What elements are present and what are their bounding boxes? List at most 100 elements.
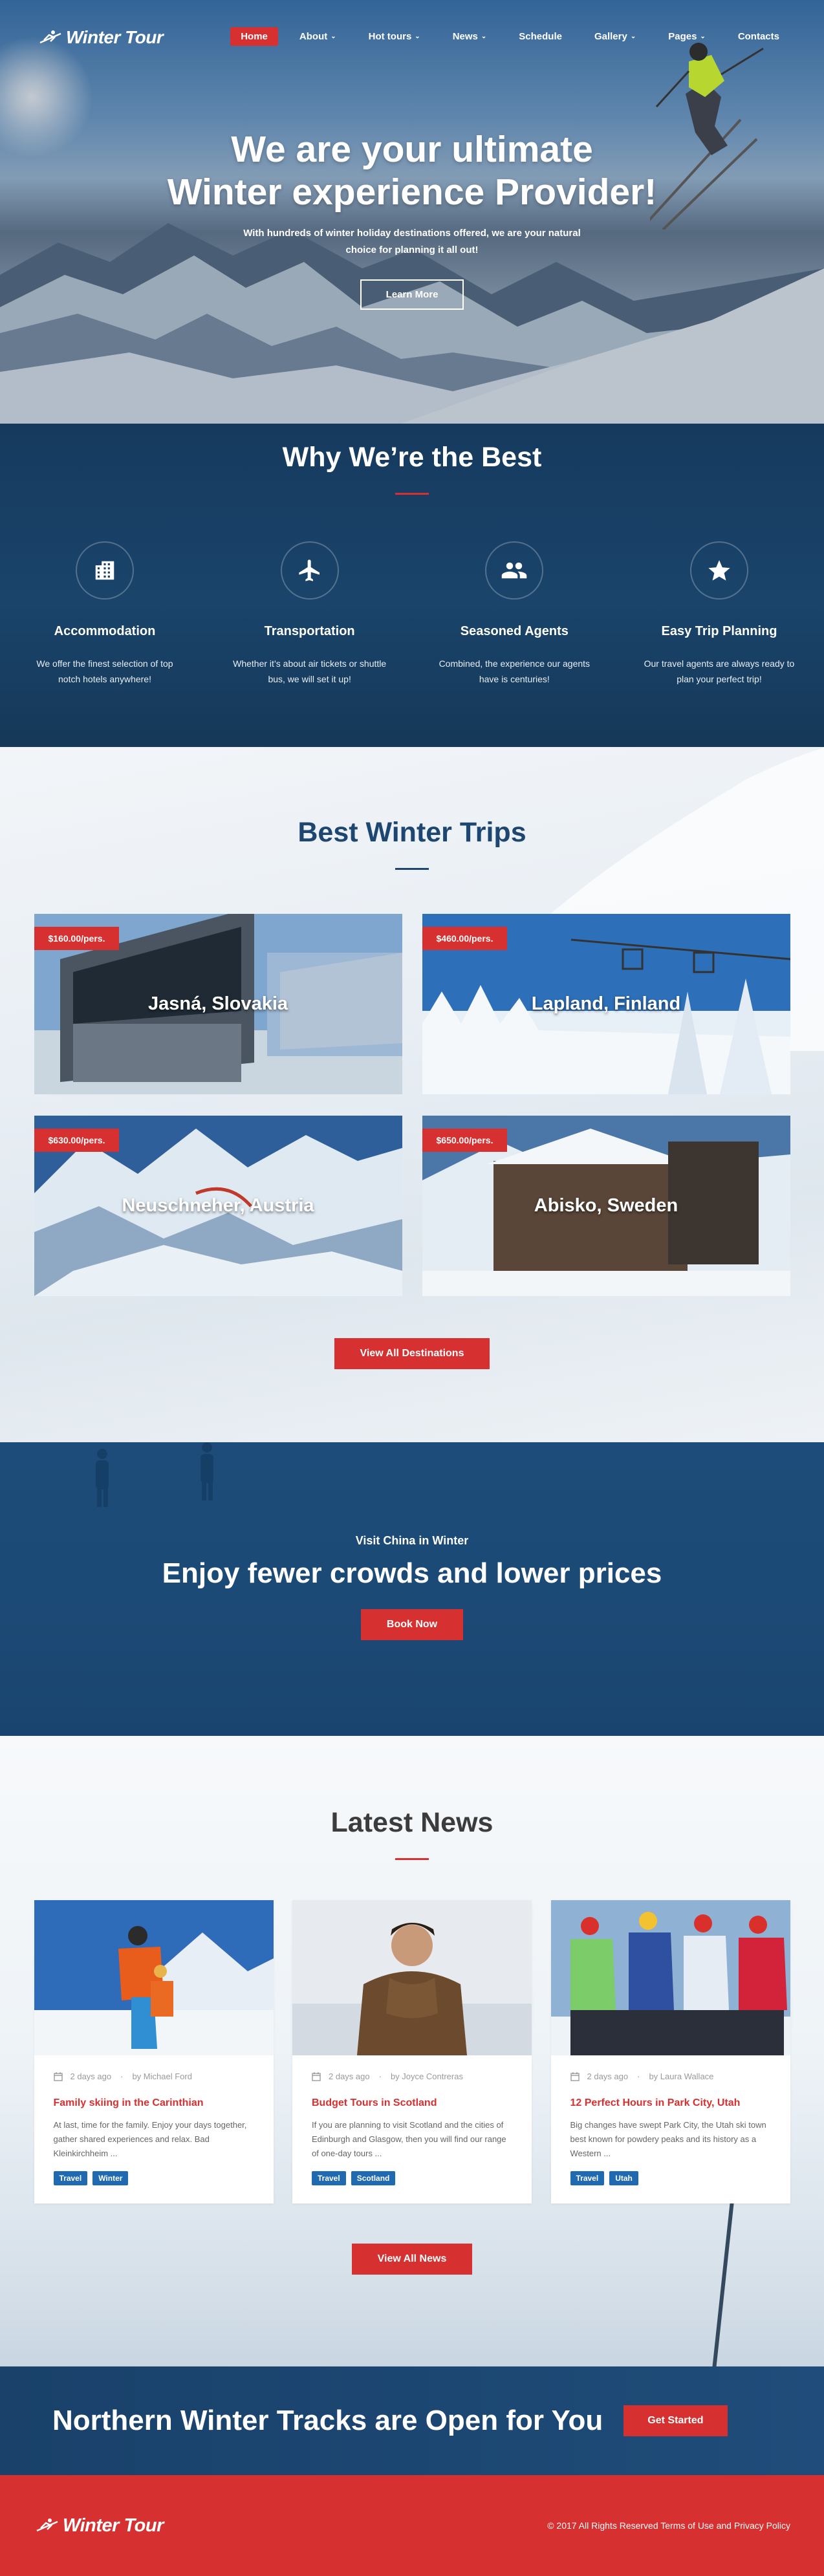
chevron-down-icon: ⌄ (700, 33, 706, 40)
promo-title: Enjoy fewer crowds and lower prices (162, 1557, 662, 1589)
news-tags: Travel Winter (53, 2171, 254, 2185)
feature-title: Accommodation (54, 624, 156, 638)
news-meta: 2 days ago · by Laura Wallace (570, 2072, 771, 2081)
nav-item-gallery[interactable]: Gallery ⌄ (583, 27, 647, 46)
feature-seasoned-agents: Seasoned Agents Combined, the experience… (424, 541, 605, 687)
tag-travel[interactable]: Travel (312, 2171, 346, 2185)
news-title-link[interactable]: 12 Perfect Hours in Park City, Utah (570, 2097, 771, 2109)
feature-title: Easy Trip Planning (661, 624, 777, 638)
news-date: 2 days ago (587, 2072, 629, 2081)
news-grid: 2 days ago · by Michael Ford Family skii… (34, 1900, 790, 2203)
calendar-icon (53, 2072, 63, 2081)
cta-section: Northern Winter Tracks are Open for You … (0, 2366, 824, 2475)
chevron-down-icon: ⌄ (331, 33, 336, 40)
news-meta: 2 days ago · by Michael Ford (53, 2072, 254, 2081)
feature-text: Combined, the experience our agents have… (439, 658, 591, 684)
why-title: Why We’re the Best (282, 442, 542, 473)
feature-easy-trip-planning: Easy Trip Planning Our travel agents are… (629, 541, 810, 687)
hero-subtitle: With hundreds of winter holiday destinat… (243, 228, 581, 255)
skiers-silhouette (96, 1442, 213, 1507)
section-divider (395, 493, 429, 495)
building-icon (76, 541, 134, 600)
why-section: Why We’re the Best Accommodation We offe… (0, 424, 824, 747)
trip-card-abisko[interactable]: $650.00/pers. Abisko, Sweden (422, 1116, 790, 1296)
news-author[interactable]: by Michael Ford (132, 2072, 191, 2081)
people-icon (485, 541, 544, 600)
airplane-icon (280, 541, 339, 600)
news-meta: 2 days ago · by Joyce Contreras (312, 2072, 512, 2081)
news-author[interactable]: by Laura Wallace (649, 2072, 713, 2081)
get-started-button[interactable]: Get Started (623, 2405, 728, 2436)
cta-title: Northern Winter Tracks are Open for You (52, 2405, 603, 2436)
site-logo[interactable]: Winter Tour (39, 27, 164, 48)
feature-text: We offer the finest selection of top not… (36, 658, 173, 684)
view-all-news-button[interactable]: View All News (351, 2244, 473, 2275)
menu: Home About ⌄ Hot tours ⌄ News ⌄ Schedule Ga… (220, 27, 790, 46)
section-divider (395, 1858, 429, 1860)
feature-accommodation: Accommodation We offer the finest select… (14, 541, 195, 687)
trip-name: Abisko, Sweden (534, 1195, 678, 1216)
trip-card-jasna[interactable]: $160.00/pers. Jasná, Slovakia (34, 914, 402, 1094)
hero-section: Winter Tour Home About ⌄ Hot tours ⌄ News ⌄… (0, 0, 824, 424)
book-now-button[interactable]: Book Now (360, 1609, 464, 1640)
feature-transportation: Transportation Whether it’s about air ti… (219, 541, 400, 687)
hero-content: We are your ultimate Winter experience P… (0, 128, 824, 310)
news-excerpt: If you are planning to visit Scotland an… (312, 2120, 506, 2158)
news-card: 2 days ago · by Michael Ford Family skii… (34, 1900, 274, 2203)
news-image[interactable] (550, 1900, 790, 2055)
site-logo-text: Winter Tour (66, 27, 164, 47)
hero-title: We are your ultimate Winter experience P… (167, 129, 657, 213)
tag-winter[interactable]: Winter (92, 2171, 129, 2185)
news-tags: Travel Scotland (312, 2171, 512, 2185)
news-date: 2 days ago (329, 2072, 370, 2081)
news-title: Latest News (331, 1807, 493, 1838)
feature-text: Whether it’s about air tickets or shuttl… (233, 658, 387, 684)
trip-card-neuschneher[interactable]: $630.00/pers. Neuschneher, Austria (34, 1116, 402, 1296)
feature-text: Our travel agents are always ready to pl… (644, 658, 795, 684)
footer-logo-text: Winter Tour (63, 2515, 164, 2536)
nav-item-contacts[interactable]: Contacts (727, 27, 790, 46)
trips-section: Best Winter Trips $160.00/pers. Jasná, S… (0, 747, 824, 1442)
tag-scotland[interactable]: Scotland (351, 2171, 396, 2185)
news-image[interactable] (34, 1900, 274, 2055)
trip-name: Lapland, Finland (531, 993, 681, 1014)
main-navigation: Winter Tour Home About ⌄ Hot tours ⌄ News ⌄… (0, 0, 824, 78)
chevron-down-icon: ⌄ (630, 33, 636, 40)
news-date: 2 days ago (70, 2072, 112, 2081)
trip-name: Neuschneher, Austria (122, 1195, 314, 1216)
news-card: 2 days ago · by Joyce Contreras Budget T… (292, 1900, 532, 2203)
skier-logo-icon (39, 30, 61, 44)
news-excerpt: At last, time for the family. Enjoy your… (53, 2120, 247, 2158)
trips-title: Best Winter Trips (298, 817, 526, 848)
nav-item-schedule[interactable]: Schedule (508, 27, 573, 46)
tag-utah[interactable]: Utah (609, 2171, 638, 2185)
copyright-text: © 2017 All Rights Reserved Terms of Use … (547, 2520, 790, 2531)
view-all-destinations-button[interactable]: View All Destinations (334, 1338, 490, 1369)
promo-section: Visit China in Winter Enjoy fewer crowds… (0, 1442, 824, 1736)
skier-logo-icon (36, 2518, 58, 2532)
learn-more-button[interactable]: Learn More (360, 279, 464, 310)
footer: Winter Tour © 2017 All Rights Reserved T… (0, 2475, 824, 2576)
promo-subtitle: Visit China in Winter (355, 1534, 469, 1547)
calendar-icon (312, 2072, 321, 2081)
news-author[interactable]: by Joyce Contreras (391, 2072, 463, 2081)
star-icon (689, 541, 748, 600)
news-title-link[interactable]: Budget Tours in Scotland (312, 2097, 512, 2109)
tag-travel[interactable]: Travel (53, 2171, 88, 2185)
chevron-down-icon: ⌄ (415, 33, 420, 40)
trip-card-lapland[interactable]: $460.00/pers. Lapland, Finland (422, 914, 790, 1094)
news-title-link[interactable]: Family skiing in the Carinthian (54, 2097, 254, 2109)
nav-item-news[interactable]: News ⌄ (442, 27, 498, 46)
nav-item-hot-tours[interactable]: Hot tours ⌄ (358, 27, 431, 46)
news-section: Latest News 2 days ago · by Michael Ford… (0, 1736, 824, 2366)
tag-travel[interactable]: Travel (570, 2171, 605, 2185)
nav-item-about[interactable]: About ⌄ (288, 27, 347, 46)
calendar-icon (570, 2072, 580, 2081)
news-image[interactable] (292, 1900, 532, 2055)
nav-item-pages[interactable]: Pages ⌄ (657, 27, 717, 46)
feature-title: Transportation (264, 624, 355, 638)
trip-name: Jasná, Slovakia (147, 993, 288, 1014)
nav-item-home[interactable]: Home (230, 27, 278, 46)
footer-logo[interactable]: Winter Tour (36, 2515, 164, 2537)
feature-title: Seasoned Agents (460, 624, 569, 638)
